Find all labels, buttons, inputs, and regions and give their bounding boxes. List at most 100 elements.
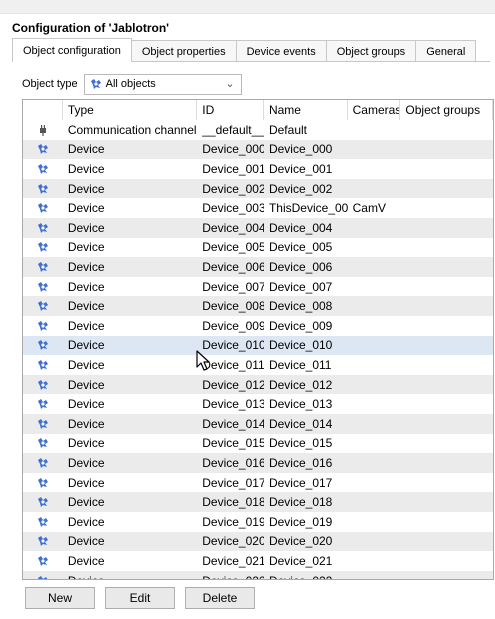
cell-cameras [348, 159, 401, 179]
table-row[interactable]: Device Device_020 Device_020 [23, 531, 493, 552]
cell-type: Device [67, 475, 105, 490]
cell-id: Device_003 [202, 201, 264, 216]
device-icon [37, 203, 48, 214]
chevron-down-icon: ⌄ [225, 77, 235, 90]
device-icon [37, 536, 48, 547]
cell-cameras [348, 473, 401, 493]
cell-cameras [348, 453, 401, 473]
cell-id: Device_019 [202, 514, 264, 529]
table-row[interactable]: Device Device_001 Device_001 [23, 159, 493, 179]
cell-cameras [348, 238, 401, 258]
table-row[interactable]: Device Device_018 Device_018 [23, 492, 493, 512]
device-icon [37, 457, 48, 468]
header-name[interactable]: Name [264, 100, 348, 120]
tab-object-configuration[interactable]: Object configuration [12, 38, 132, 62]
cell-type: Device [67, 142, 105, 157]
delete-button[interactable]: Delete [185, 587, 255, 609]
table-row[interactable]: Device Device_016 Device_016 [23, 453, 493, 473]
cell-object-groups [400, 355, 493, 375]
table-row[interactable]: Device Device_002 Device_002 [23, 178, 493, 199]
table-row[interactable]: Device Device_010 Device_010 [23, 335, 493, 356]
table-row[interactable]: Device Device_009 Device_009 [23, 316, 493, 336]
table-row[interactable]: DeviceDevice_022Device_022 [23, 570, 493, 579]
tab-object-properties[interactable]: Object properties [130, 40, 237, 62]
table-row[interactable]: Device Device_013 Device_013 [23, 394, 493, 414]
row-icon-cell [23, 414, 63, 434]
cell-name: Device_018 [268, 495, 333, 510]
table-row[interactable]: Device Device_019 Device_019 [23, 512, 493, 532]
table-row[interactable]: Device Device_014 Device_014 [23, 414, 493, 434]
header-cameras[interactable]: Cameras [348, 100, 401, 120]
table-row[interactable]: Device Device_017 Device_017 [23, 473, 493, 493]
cell-type: Device [67, 357, 105, 372]
row-icon-cell [23, 512, 63, 532]
cell-cameras [348, 218, 401, 238]
cell-object-groups [400, 296, 493, 316]
device-icon [37, 163, 48, 174]
cell-name: Device_019 [268, 514, 333, 529]
cell-type: Device [67, 338, 105, 353]
row-icon-cell [23, 238, 63, 258]
cell-cameras [348, 571, 401, 579]
cell-object-groups [400, 571, 493, 579]
table-row[interactable]: Communication channel __default__ Default [23, 120, 493, 140]
device-icon [37, 320, 48, 331]
cell-id: Device_021 [202, 553, 264, 568]
cell-name: Device_015 [268, 436, 333, 451]
table-row[interactable]: Device Device_005 Device_005 [23, 238, 493, 258]
cell-cameras [348, 394, 401, 414]
cell-type: Device [67, 181, 105, 196]
plug-icon [39, 124, 46, 136]
table-row[interactable]: Device Device_011 Device_011 [23, 355, 493, 375]
header-id[interactable]: ID [197, 100, 264, 120]
device-icon [37, 555, 48, 566]
window-title: Configuration of 'Jablotron' [12, 21, 170, 35]
tab-general[interactable]: General [415, 40, 477, 62]
cell-type: Device [67, 416, 105, 431]
cell-object-groups [400, 492, 493, 512]
table-row[interactable]: Device Device_012 Device_012 [23, 374, 493, 395]
cell-id: Device_009 [202, 318, 264, 333]
device-icon [37, 222, 48, 233]
edit-button[interactable]: Edit [105, 587, 175, 609]
cell-cameras [348, 316, 401, 336]
row-icon-cell [23, 375, 63, 395]
cell-cameras [348, 336, 401, 356]
cell-object-groups [400, 257, 493, 277]
cell-object-groups [400, 159, 493, 179]
header-type[interactable]: Type [63, 100, 198, 120]
cell-id: Device_000 [202, 142, 264, 157]
cell-name: Device_014 [268, 416, 333, 431]
tab-object-groups[interactable]: Object groups [325, 40, 417, 62]
device-icon [37, 281, 48, 292]
table-row[interactable]: Device Device_006 Device_006 [23, 257, 493, 277]
cell-id: Device_018 [202, 495, 264, 510]
table-row[interactable]: Device Device_015 Device_015 [23, 434, 493, 454]
table-row[interactable]: Device Device_000 Device_000 [23, 139, 493, 160]
cell-id: Device_008 [202, 299, 264, 314]
cell-object-groups [400, 375, 493, 395]
new-button[interactable]: New [25, 587, 95, 609]
cell-id: Device_014 [202, 416, 264, 431]
cell-cameras [348, 492, 401, 512]
cell-name: Device_010 [268, 338, 333, 353]
header-object-groups[interactable]: Object groups [400, 100, 493, 120]
device-icon [37, 477, 48, 488]
table-row[interactable]: Device Device_003 ThisDevice_003 CamV [23, 198, 493, 218]
cell-type: Device [67, 318, 105, 333]
table-row[interactable]: Device Device_008 Device_008 [23, 296, 493, 316]
device-icon [37, 575, 48, 579]
tab-device-events[interactable]: Device events [235, 40, 327, 62]
cell-object-groups [400, 140, 493, 160]
cell-cameras [348, 120, 401, 140]
cell-name: Device_012 [268, 377, 333, 392]
table-row[interactable]: Device Device_021 Device_021 [23, 551, 493, 571]
cell-type: Device [67, 397, 105, 412]
table-row[interactable]: Device Device_004 Device_004 [23, 218, 493, 238]
object-type-select[interactable]: All objects ⌄ [83, 73, 242, 95]
cell-cameras [348, 551, 401, 571]
table-row[interactable]: Device Device_007 Device_007 [23, 277, 493, 297]
cell-type: Device [67, 240, 105, 255]
row-icon-cell [23, 277, 63, 297]
device-icon [37, 497, 48, 508]
